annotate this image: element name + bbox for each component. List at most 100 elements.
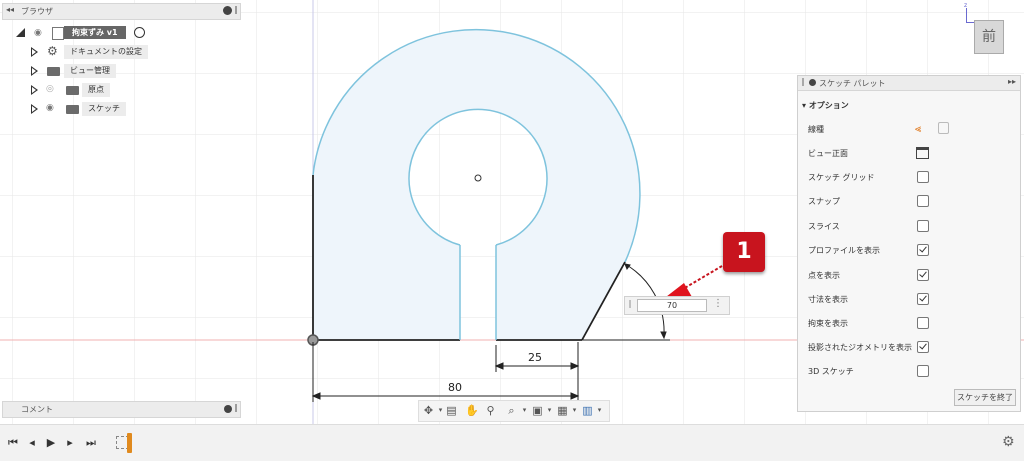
palette-row-show-dimensions[interactable]: 寸法を表示 bbox=[798, 288, 1020, 312]
comments-bar[interactable]: コメント ‖ bbox=[2, 401, 241, 418]
eye-icon[interactable]: ◉ bbox=[46, 103, 54, 113]
expand-arrow-icon[interactable] bbox=[31, 104, 38, 114]
expand-triangle-icon[interactable] bbox=[16, 28, 25, 37]
fit-icon[interactable]: ⌕ bbox=[505, 404, 518, 417]
angle-dimension-input-box: ‖ 70 ⋮ bbox=[624, 296, 730, 315]
folder-icon bbox=[66, 105, 79, 114]
palette-row-3d-sketch[interactable]: 3D スケッチ bbox=[798, 360, 1020, 384]
timeline-bar: ⏮ ◂ ▶ ▸ ⏭ ⚙ bbox=[0, 424, 1024, 461]
centerline-icon[interactable] bbox=[938, 122, 949, 134]
palette-minus-icon[interactable] bbox=[809, 79, 816, 86]
palette-row-slice[interactable]: スライス bbox=[798, 215, 1020, 239]
expand-arrow-icon[interactable] bbox=[31, 47, 38, 57]
show-points-checkbox[interactable] bbox=[917, 269, 929, 281]
palette-row-label: スケッチ グリッド bbox=[808, 173, 875, 182]
collapse-left-icon[interactable]: ◂◂ bbox=[6, 5, 14, 14]
options-section-header[interactable]: ▾ オプション bbox=[802, 100, 849, 111]
tree-item-document-settings[interactable]: ⚙ ドキュメントの設定 bbox=[28, 44, 148, 59]
palette-row-label: 線種 bbox=[808, 125, 824, 134]
palette-row-show-projected[interactable]: 投影されたジオメトリを表示 bbox=[798, 336, 1020, 360]
center-point[interactable] bbox=[474, 174, 482, 182]
dim-25-label[interactable]: 25 bbox=[528, 351, 542, 364]
step-forward-icon[interactable]: ▸ bbox=[63, 436, 77, 450]
browser-pin-icon[interactable]: ‖ bbox=[234, 5, 238, 14]
dropdown-arrow-icon[interactable]: ▾ bbox=[568, 404, 581, 417]
palette-row-snap[interactable]: スナップ bbox=[798, 190, 1020, 214]
palette-row-show-constraints[interactable]: 拘束を表示 bbox=[798, 312, 1020, 336]
palette-row-label: 点を表示 bbox=[808, 271, 840, 280]
tree-item-origin[interactable]: ◎ 原点 bbox=[28, 83, 118, 97]
play-icon[interactable]: ▶ bbox=[44, 436, 58, 450]
pan-icon[interactable]: ✋ bbox=[465, 404, 479, 417]
activate-radio-icon[interactable] bbox=[134, 27, 145, 38]
viewcube[interactable]: 前 bbox=[974, 20, 1004, 54]
show-projected-geometry-checkbox[interactable] bbox=[917, 341, 929, 353]
more-options-icon[interactable]: ⋮ bbox=[713, 298, 723, 309]
root-label[interactable]: 拘束ずみ v1 bbox=[64, 26, 126, 39]
palette-row-label: 寸法を表示 bbox=[808, 295, 848, 304]
tree-item-view-manager[interactable]: ビュー管理 bbox=[28, 64, 128, 78]
3d-sketch-checkbox[interactable] bbox=[917, 365, 929, 377]
look-at-icon[interactable] bbox=[916, 147, 929, 159]
timeline-marker-icon[interactable] bbox=[127, 433, 132, 453]
snap-checkbox[interactable] bbox=[917, 195, 929, 207]
show-profile-checkbox[interactable] bbox=[917, 244, 929, 256]
look-at-icon[interactable]: ▤ bbox=[445, 404, 458, 417]
folder-icon bbox=[66, 86, 79, 95]
tree-root[interactable]: ◉ 拘束ずみ v1 bbox=[14, 26, 154, 40]
palette-grip-icon[interactable]: ‖ bbox=[801, 77, 805, 86]
palette-row-label: プロファイルを表示 bbox=[808, 246, 880, 255]
sketch-grid-checkbox[interactable] bbox=[917, 171, 929, 183]
tree-item-label: ビュー管理 bbox=[64, 64, 116, 78]
timeline-settings-icon[interactable]: ⚙ bbox=[1002, 434, 1015, 450]
dropdown-arrow-icon[interactable]: ▾ bbox=[593, 404, 606, 417]
callout-badge: 1 bbox=[723, 232, 765, 272]
section-toggle-icon[interactable]: ▾ bbox=[802, 101, 806, 110]
dim-80-label[interactable]: 80 bbox=[448, 381, 462, 394]
eye-hidden-icon[interactable]: ◎ bbox=[46, 84, 54, 94]
palette-row-label: スライス bbox=[808, 222, 840, 231]
slice-checkbox[interactable] bbox=[917, 220, 929, 232]
tree-item-label: スケッチ bbox=[82, 102, 126, 116]
palette-row-show-points[interactable]: 点を表示 bbox=[798, 264, 1020, 288]
eye-icon[interactable]: ◉ bbox=[34, 28, 42, 38]
go-to-start-icon[interactable]: ⏮ bbox=[6, 436, 20, 450]
step-back-icon[interactable]: ◂ bbox=[25, 436, 39, 450]
construction-line-icon[interactable]: ⪡ bbox=[915, 122, 921, 136]
browser-minus-icon[interactable] bbox=[223, 6, 232, 15]
show-constraints-checkbox[interactable] bbox=[917, 317, 929, 329]
palette-row-label: スナップ bbox=[808, 197, 840, 206]
folder-icon bbox=[47, 67, 60, 76]
browser-title: ブラウザ bbox=[21, 7, 53, 16]
browser-header[interactable]: ◂◂ ブラウザ ‖ bbox=[2, 3, 241, 20]
zoom-icon[interactable]: ⚲ bbox=[484, 404, 497, 417]
palette-row-show-profile[interactable]: プロファイルを表示 bbox=[798, 239, 1020, 263]
expand-arrow-icon[interactable] bbox=[31, 66, 38, 76]
add-comment-icon[interactable] bbox=[224, 405, 232, 413]
palette-row-sketch-grid[interactable]: スケッチ グリッド bbox=[798, 166, 1020, 190]
dropdown-arrow-icon[interactable]: ▾ bbox=[543, 404, 556, 417]
navigation-toolbar: ✥ ▾ ▤ ✋ ⚲ ⌕ ▾ ▣ ▾ ▦ ▾ ▥ ▾ bbox=[418, 400, 610, 422]
expand-arrow-icon[interactable] bbox=[31, 85, 38, 95]
component-icon bbox=[52, 27, 64, 40]
palette-row-label: ビュー正面 bbox=[808, 149, 848, 158]
tree-item-sketch[interactable]: ◉ スケッチ bbox=[28, 102, 128, 116]
gear-icon: ⚙ bbox=[47, 44, 58, 58]
palette-row-label: 3D スケッチ bbox=[808, 367, 854, 376]
palette-expand-icon[interactable]: ▸▸ bbox=[1008, 77, 1016, 86]
finish-sketch-button[interactable]: スケッチを終了 bbox=[954, 389, 1016, 406]
angle-dimension-input[interactable]: 70 bbox=[637, 299, 707, 312]
comments-title: コメント bbox=[21, 405, 53, 414]
dropdown-arrow-icon[interactable]: ▾ bbox=[518, 404, 531, 417]
palette-header[interactable]: ‖ スケッチ パレット ▸▸ bbox=[798, 76, 1020, 91]
sketch-palette: ‖ スケッチ パレット ▸▸ ▾ オプション 線種 ⪡ ビュー正面 スケッチ グ… bbox=[797, 75, 1021, 412]
comments-pin-icon[interactable]: ‖ bbox=[234, 403, 238, 412]
palette-row-look-at[interactable]: ビュー正面 bbox=[798, 142, 1020, 166]
go-to-end-icon[interactable]: ⏭ bbox=[84, 436, 98, 450]
input-grip-icon[interactable]: ‖ bbox=[628, 299, 632, 308]
palette-row-linetype[interactable]: 線種 ⪡ bbox=[798, 118, 1020, 142]
tree-item-label: ドキュメントの設定 bbox=[64, 45, 148, 59]
show-dimensions-checkbox[interactable] bbox=[917, 293, 929, 305]
palette-row-label: 投影されたジオメトリを表示 bbox=[808, 343, 912, 352]
palette-title: スケッチ パレット bbox=[819, 79, 886, 88]
